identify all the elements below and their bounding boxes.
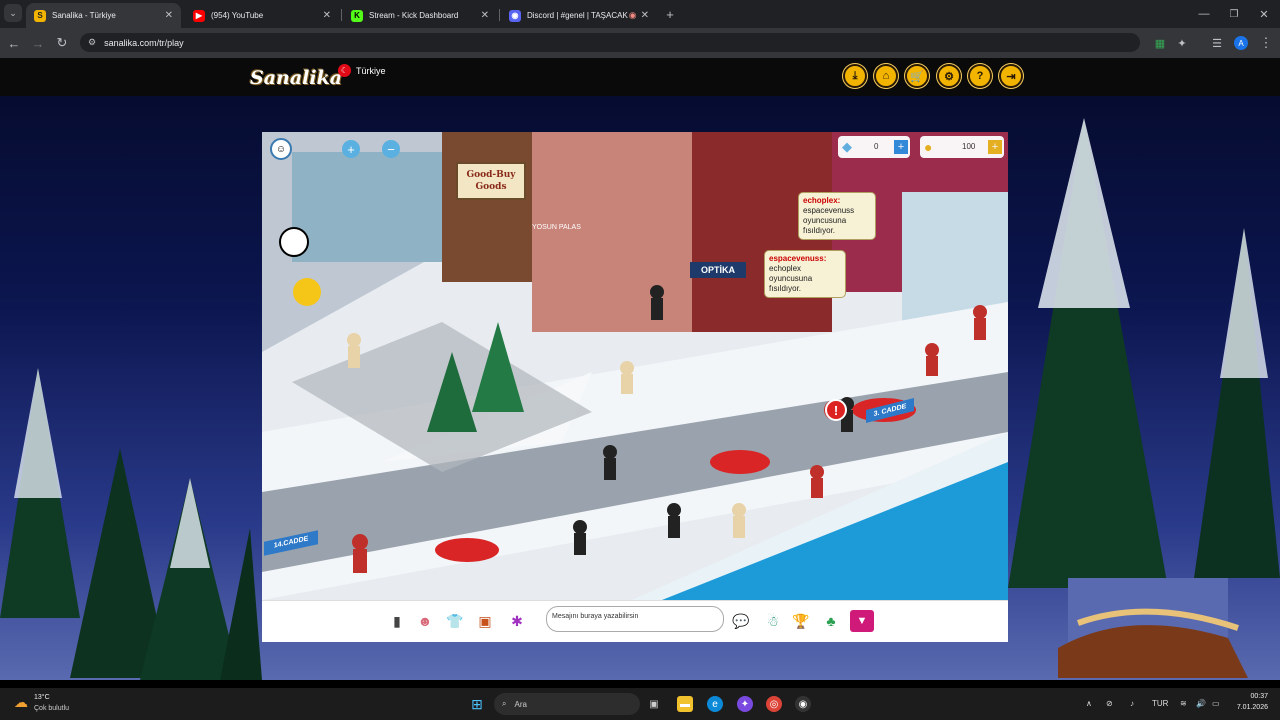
close-tab-icon[interactable]: ✕	[481, 10, 489, 21]
alert-icon[interactable]: !	[825, 399, 847, 421]
extension-icon[interactable]: ▦	[1150, 33, 1170, 53]
address-bar[interactable]: ⚙ sanalika.com/tr/play	[80, 33, 1140, 52]
add-gems-button[interactable]: +	[894, 140, 908, 154]
diamond-icon: ◆	[842, 139, 852, 154]
emote-icon[interactable]: ☻	[414, 610, 436, 632]
copilot-icon[interactable]: ✦	[737, 696, 753, 712]
tab-strip: ⌄ S Sanalika - Türkiye ✕ ▶ (954) YouTube…	[0, 0, 1280, 28]
chat-bubble: espacevenuss: echoplex oyuncusuna fısıld…	[764, 250, 846, 298]
dance-icon[interactable]: ✱	[506, 610, 528, 632]
download-icon[interactable]: ⤓	[843, 64, 867, 88]
site-logo[interactable]: Sanalika	[250, 67, 342, 89]
file-explorer-icon[interactable]: ▬	[677, 696, 693, 712]
wifi-icon[interactable]: ≋	[1180, 699, 1187, 708]
trophy-icon[interactable]: 🏆	[790, 610, 812, 632]
pet-icon[interactable]: ☃	[762, 610, 784, 632]
back-icon[interactable]: ←	[4, 33, 24, 53]
tab-youtube[interactable]: ▶ (954) YouTube ✕	[185, 3, 339, 28]
turkey-flag-icon: ☾	[338, 64, 351, 77]
coin-icon: ●	[924, 139, 933, 155]
clock-date[interactable]: 7.01.2026	[1226, 704, 1268, 711]
close-tab-icon[interactable]: ✕	[641, 10, 649, 21]
clock-time[interactable]: 00:37	[1232, 693, 1268, 700]
yosun-palas-sign: YOSUN PALAS	[532, 224, 581, 231]
clothes-icon[interactable]: 👕	[444, 610, 466, 632]
chat-input[interactable]: Mesajını buraya yazabilirsin	[546, 606, 724, 632]
tab-search-button[interactable]: ⌄	[4, 4, 22, 22]
home-icon[interactable]: ⌂	[874, 64, 898, 88]
maximize-icon[interactable]: ❐	[1224, 4, 1244, 24]
tab-sanalika[interactable]: S Sanalika - Türkiye ✕	[26, 3, 181, 28]
weather-icon: ☁	[14, 694, 28, 710]
site-header: Sanalika ☾ Türkiye ⤓ ⌂ 🛒 ⚙ ? ⇥	[0, 58, 1280, 96]
windows-taskbar: ☁ 13°C Çok bulutlu ⊞ ⌕ Ara ▣ ▬ e ✦ ◎ ◉ ∧…	[0, 688, 1280, 720]
reading-list-icon[interactable]: ☰	[1207, 33, 1227, 53]
tab-divider	[499, 9, 500, 21]
add-coins-button[interactable]: +	[988, 140, 1002, 154]
windows-start-icon[interactable]: ⊞	[469, 696, 485, 712]
profile-avatar[interactable]: A	[1231, 33, 1251, 53]
close-tab-icon[interactable]: ✕	[323, 10, 331, 21]
edge-icon[interactable]: e	[707, 696, 723, 712]
game-scene	[262, 132, 1008, 600]
help-icon[interactable]: ?	[968, 64, 992, 88]
obs-icon[interactable]: ◉	[795, 696, 811, 712]
page-content: Sanalika ☾ Türkiye ⤓ ⌂ 🛒 ⚙ ? ⇥ ☺ + − ◆ 0…	[0, 58, 1280, 680]
discord-icon: ◉	[509, 9, 521, 22]
game-chat-bar: ▮ ☻ 👕 ▣ ✱ Mesajını buraya yazabilirsin 💬…	[262, 600, 1008, 642]
gem-counter: ◆ 0 +	[838, 136, 910, 158]
cart-icon[interactable]: 🛒	[905, 64, 929, 88]
network-off-icon[interactable]: ⊘	[1106, 699, 1113, 708]
island-icon[interactable]: ♣	[820, 610, 842, 632]
browser-menu-icon[interactable]: ⋮	[1256, 33, 1276, 53]
coin-counter: ● 100 +	[920, 136, 1004, 158]
menu-toggle-icon[interactable]: ▼	[850, 610, 874, 632]
backpack-icon[interactable]: ▣	[474, 610, 496, 632]
language-indicator[interactable]: TUR	[1152, 699, 1168, 708]
region-selector[interactable]: ☾ Türkiye	[338, 64, 386, 77]
weather-desc: Çok bulutlu	[34, 705, 70, 712]
tab-discord[interactable]: ◉ Discord | #genel | TAŞACAK ◉ ✕	[501, 3, 657, 28]
tray-overflow-icon[interactable]: ∧	[1086, 699, 1092, 708]
tab-divider	[341, 9, 342, 21]
forward-icon[interactable]: →	[28, 33, 48, 53]
search-icon: ⌕	[502, 699, 507, 708]
sanalika-favicon: S	[34, 9, 46, 22]
zoom-in-icon[interactable]: +	[342, 140, 360, 158]
close-tab-icon[interactable]: ✕	[165, 10, 173, 21]
weather-temp: 13°C	[34, 694, 50, 701]
volume-icon[interactable]: 🔊	[1196, 699, 1206, 708]
right-forest-background	[1008, 118, 1280, 678]
phone-icon[interactable]: ▮	[386, 610, 408, 632]
zoom-out-icon[interactable]: −	[382, 140, 400, 158]
extensions-puzzle-icon[interactable]: ✦	[1172, 33, 1192, 53]
new-tab-icon[interactable]: +	[660, 4, 680, 24]
tab-kick[interactable]: K Stream - Kick Dashboard ✕	[343, 3, 497, 28]
game-canvas[interactable]: ☺ + − ◆ 0 + ● 100 + Good-Buy Goods YOSUN…	[262, 132, 1008, 600]
left-forest-background	[0, 368, 262, 680]
site-info-icon[interactable]: ⚙	[88, 37, 96, 48]
task-view-icon[interactable]: ▣	[646, 696, 662, 712]
reload-icon[interactable]: ↻	[52, 33, 72, 53]
minimize-icon[interactable]: —	[1194, 4, 1214, 24]
youtube-icon: ▶	[193, 9, 205, 22]
close-window-icon[interactable]: ✕	[1254, 4, 1274, 24]
optika-sign: OPTİKA	[690, 262, 746, 278]
audio-playing-icon: ◉	[628, 10, 637, 20]
gear-icon[interactable]: ⚙	[937, 64, 961, 88]
logout-icon[interactable]: ⇥	[999, 64, 1023, 88]
url-text: sanalika.com/tr/play	[104, 37, 184, 48]
speech-bubble-icon[interactable]: 💬	[730, 610, 752, 632]
chrome-icon[interactable]: ◎	[766, 696, 782, 712]
page-bottom-strip	[0, 680, 1280, 688]
kick-icon: K	[351, 9, 363, 22]
chat-bubble: echoplex: espacevenuss oyuncusuna fısıld…	[798, 192, 876, 240]
microphone-icon[interactable]: ♪	[1130, 699, 1134, 708]
shop-sign: Good-Buy Goods	[456, 162, 526, 200]
taskbar-search[interactable]: ⌕ Ara	[494, 693, 640, 715]
battery-icon[interactable]: ▭	[1212, 699, 1220, 708]
player-avatar-button[interactable]: ☺	[270, 138, 292, 160]
